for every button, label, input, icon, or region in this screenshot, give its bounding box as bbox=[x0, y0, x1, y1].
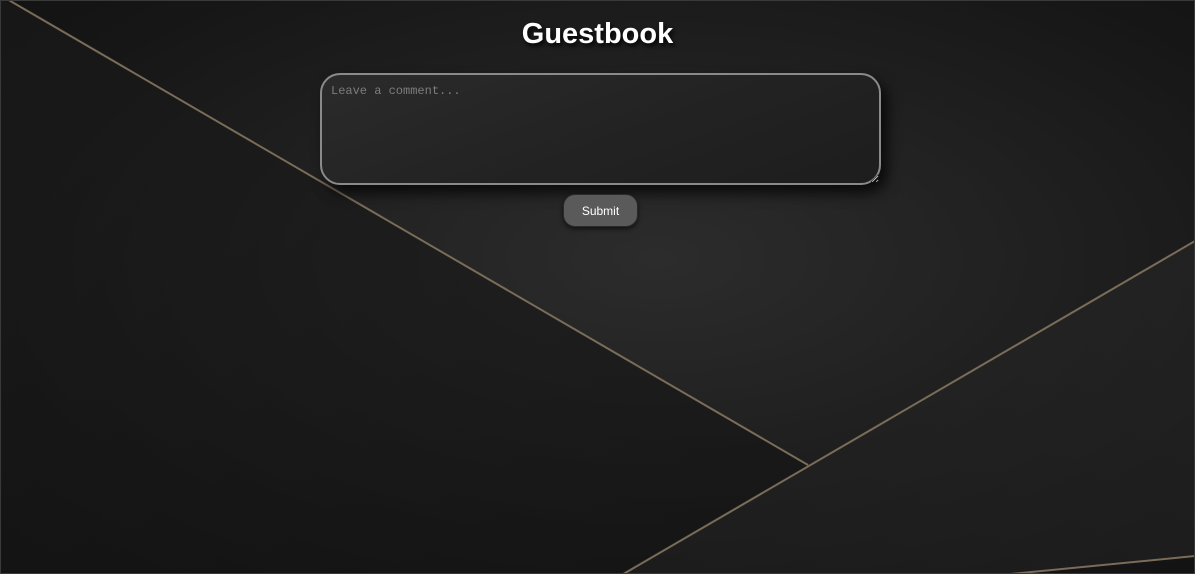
comment-input[interactable] bbox=[320, 73, 881, 185]
submit-button[interactable]: Submit bbox=[563, 194, 638, 227]
guestbook-page: Guestbook Submit bbox=[0, 0, 1195, 574]
page-title: Guestbook bbox=[521, 18, 674, 50]
